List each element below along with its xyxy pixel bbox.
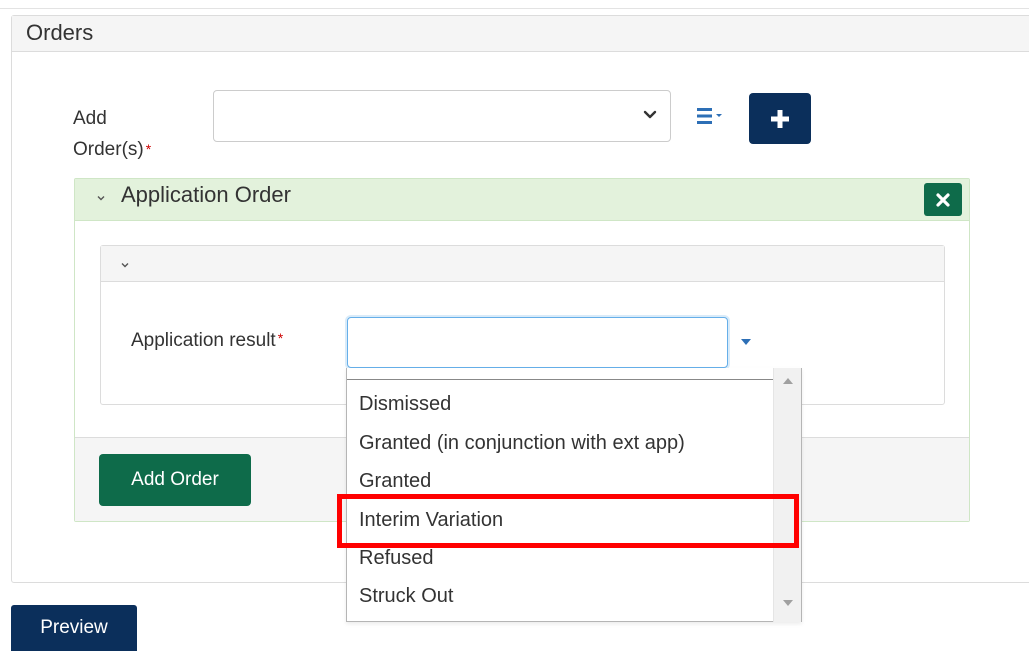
add-orders-label-line1: Add: [73, 108, 107, 129]
close-icon: [936, 192, 950, 207]
application-result-dropdown[interactable]: Dismissed Granted (in conjunction with e…: [346, 368, 802, 622]
add-orders-select[interactable]: [213, 90, 671, 142]
chevron-down-icon: [643, 110, 657, 119]
scroll-down-icon[interactable]: [783, 600, 793, 606]
required-asterisk: *: [145, 141, 152, 157]
add-orders-label-line2: Order(s): [73, 139, 144, 160]
top-divider: [0, 8, 1029, 9]
dropdown-option-refused[interactable]: Refused: [359, 547, 434, 570]
add-orders-label: Add Order(s) *: [73, 103, 151, 165]
orders-panel-title: Orders: [12, 16, 1029, 52]
application-result-label: Application result *: [131, 330, 283, 352]
plus-icon: [771, 109, 789, 128]
chevron-down-icon[interactable]: [95, 192, 107, 204]
scroll-up-icon[interactable]: [783, 378, 793, 384]
dropdown-option-struck-out[interactable]: Struck Out: [359, 585, 453, 608]
add-button[interactable]: [749, 93, 811, 144]
application-result-label-text: Application result: [131, 330, 276, 351]
dropdown-option-dismissed[interactable]: Dismissed: [359, 393, 451, 416]
order-detail-header[interactable]: [101, 246, 944, 282]
dropdown-search-divider: [347, 379, 773, 380]
add-order-button[interactable]: Add Order: [99, 454, 251, 506]
dropdown-scrollbar[interactable]: [773, 368, 801, 622]
list-options-icon[interactable]: [696, 106, 728, 126]
application-result-input[interactable]: [347, 317, 728, 368]
dropdown-option-granted-conjunction[interactable]: Granted (in conjunction with ext app): [359, 432, 685, 455]
application-order-title: Application Order: [121, 182, 291, 207]
dropdown-option-granted[interactable]: Granted: [359, 470, 431, 493]
required-asterisk: *: [277, 330, 284, 346]
preview-button[interactable]: Preview: [11, 605, 137, 651]
chevron-down-icon[interactable]: [119, 259, 131, 271]
application-order-header[interactable]: Application Order: [75, 179, 969, 221]
caret-down-icon[interactable]: [741, 339, 751, 345]
remove-order-button[interactable]: [924, 183, 962, 216]
dropdown-option-interim-variation[interactable]: Interim Variation: [359, 509, 503, 532]
